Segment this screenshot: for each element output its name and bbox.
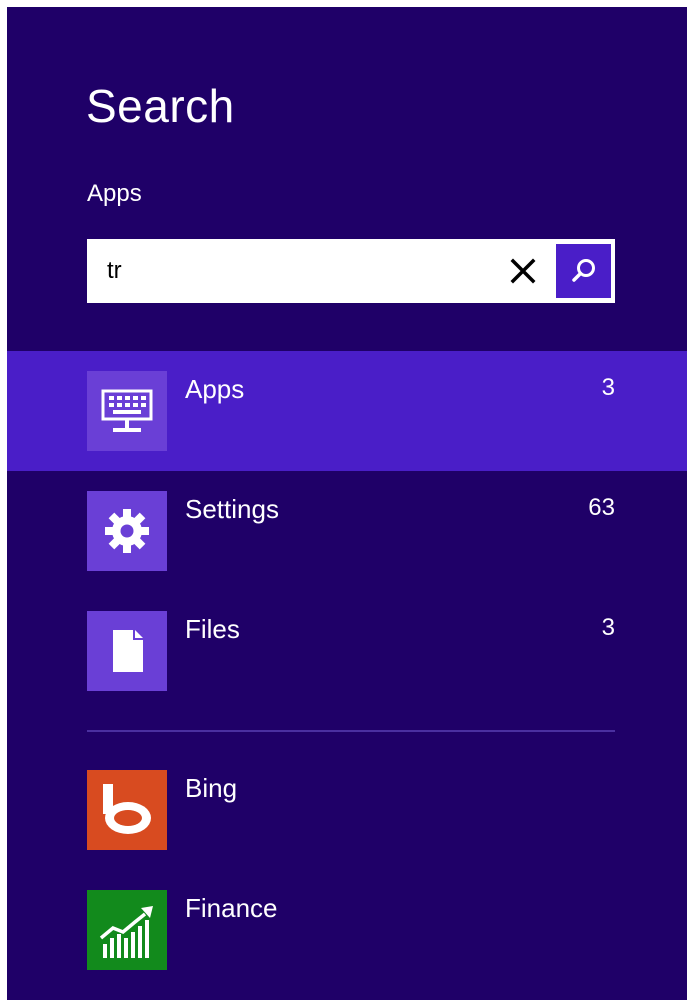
app-label: Finance xyxy=(185,893,278,923)
result-label: Apps xyxy=(185,374,245,404)
result-count: 3 xyxy=(601,374,615,401)
search-icon xyxy=(571,259,595,282)
bing-icon xyxy=(103,784,151,834)
search-button[interactable] xyxy=(556,244,611,298)
clear-button[interactable] xyxy=(503,251,543,291)
finance-tile xyxy=(87,890,167,970)
result-label: Files xyxy=(185,614,240,644)
app-bing[interactable]: Bing xyxy=(7,750,687,870)
result-count: 3 xyxy=(601,614,615,641)
file-icon xyxy=(113,630,143,672)
search-input[interactable] xyxy=(87,239,487,303)
divider xyxy=(87,730,615,732)
result-settings[interactable]: Settings 63 xyxy=(7,471,687,591)
apps-tile xyxy=(87,371,167,451)
search-scope-label[interactable]: Apps xyxy=(87,182,142,206)
gear-icon xyxy=(105,509,149,553)
search-box xyxy=(87,239,615,303)
close-icon xyxy=(510,258,536,284)
files-tile xyxy=(87,611,167,691)
page-title: Search xyxy=(86,80,235,132)
result-label: Settings xyxy=(185,494,279,524)
app-label: Bing xyxy=(185,773,238,803)
finance-chart-icon xyxy=(99,906,153,958)
result-count: 63 xyxy=(588,494,615,521)
bing-tile xyxy=(87,770,167,850)
result-files[interactable]: Files 3 xyxy=(7,591,687,711)
app-finance[interactable]: Finance xyxy=(7,870,687,990)
keyboard-monitor-icon xyxy=(101,389,153,432)
settings-tile xyxy=(87,491,167,571)
result-apps[interactable]: Apps 3 xyxy=(7,351,687,471)
search-charm-pane: Search Apps tr Apps 3 Settings 63 Files … xyxy=(7,7,687,1000)
